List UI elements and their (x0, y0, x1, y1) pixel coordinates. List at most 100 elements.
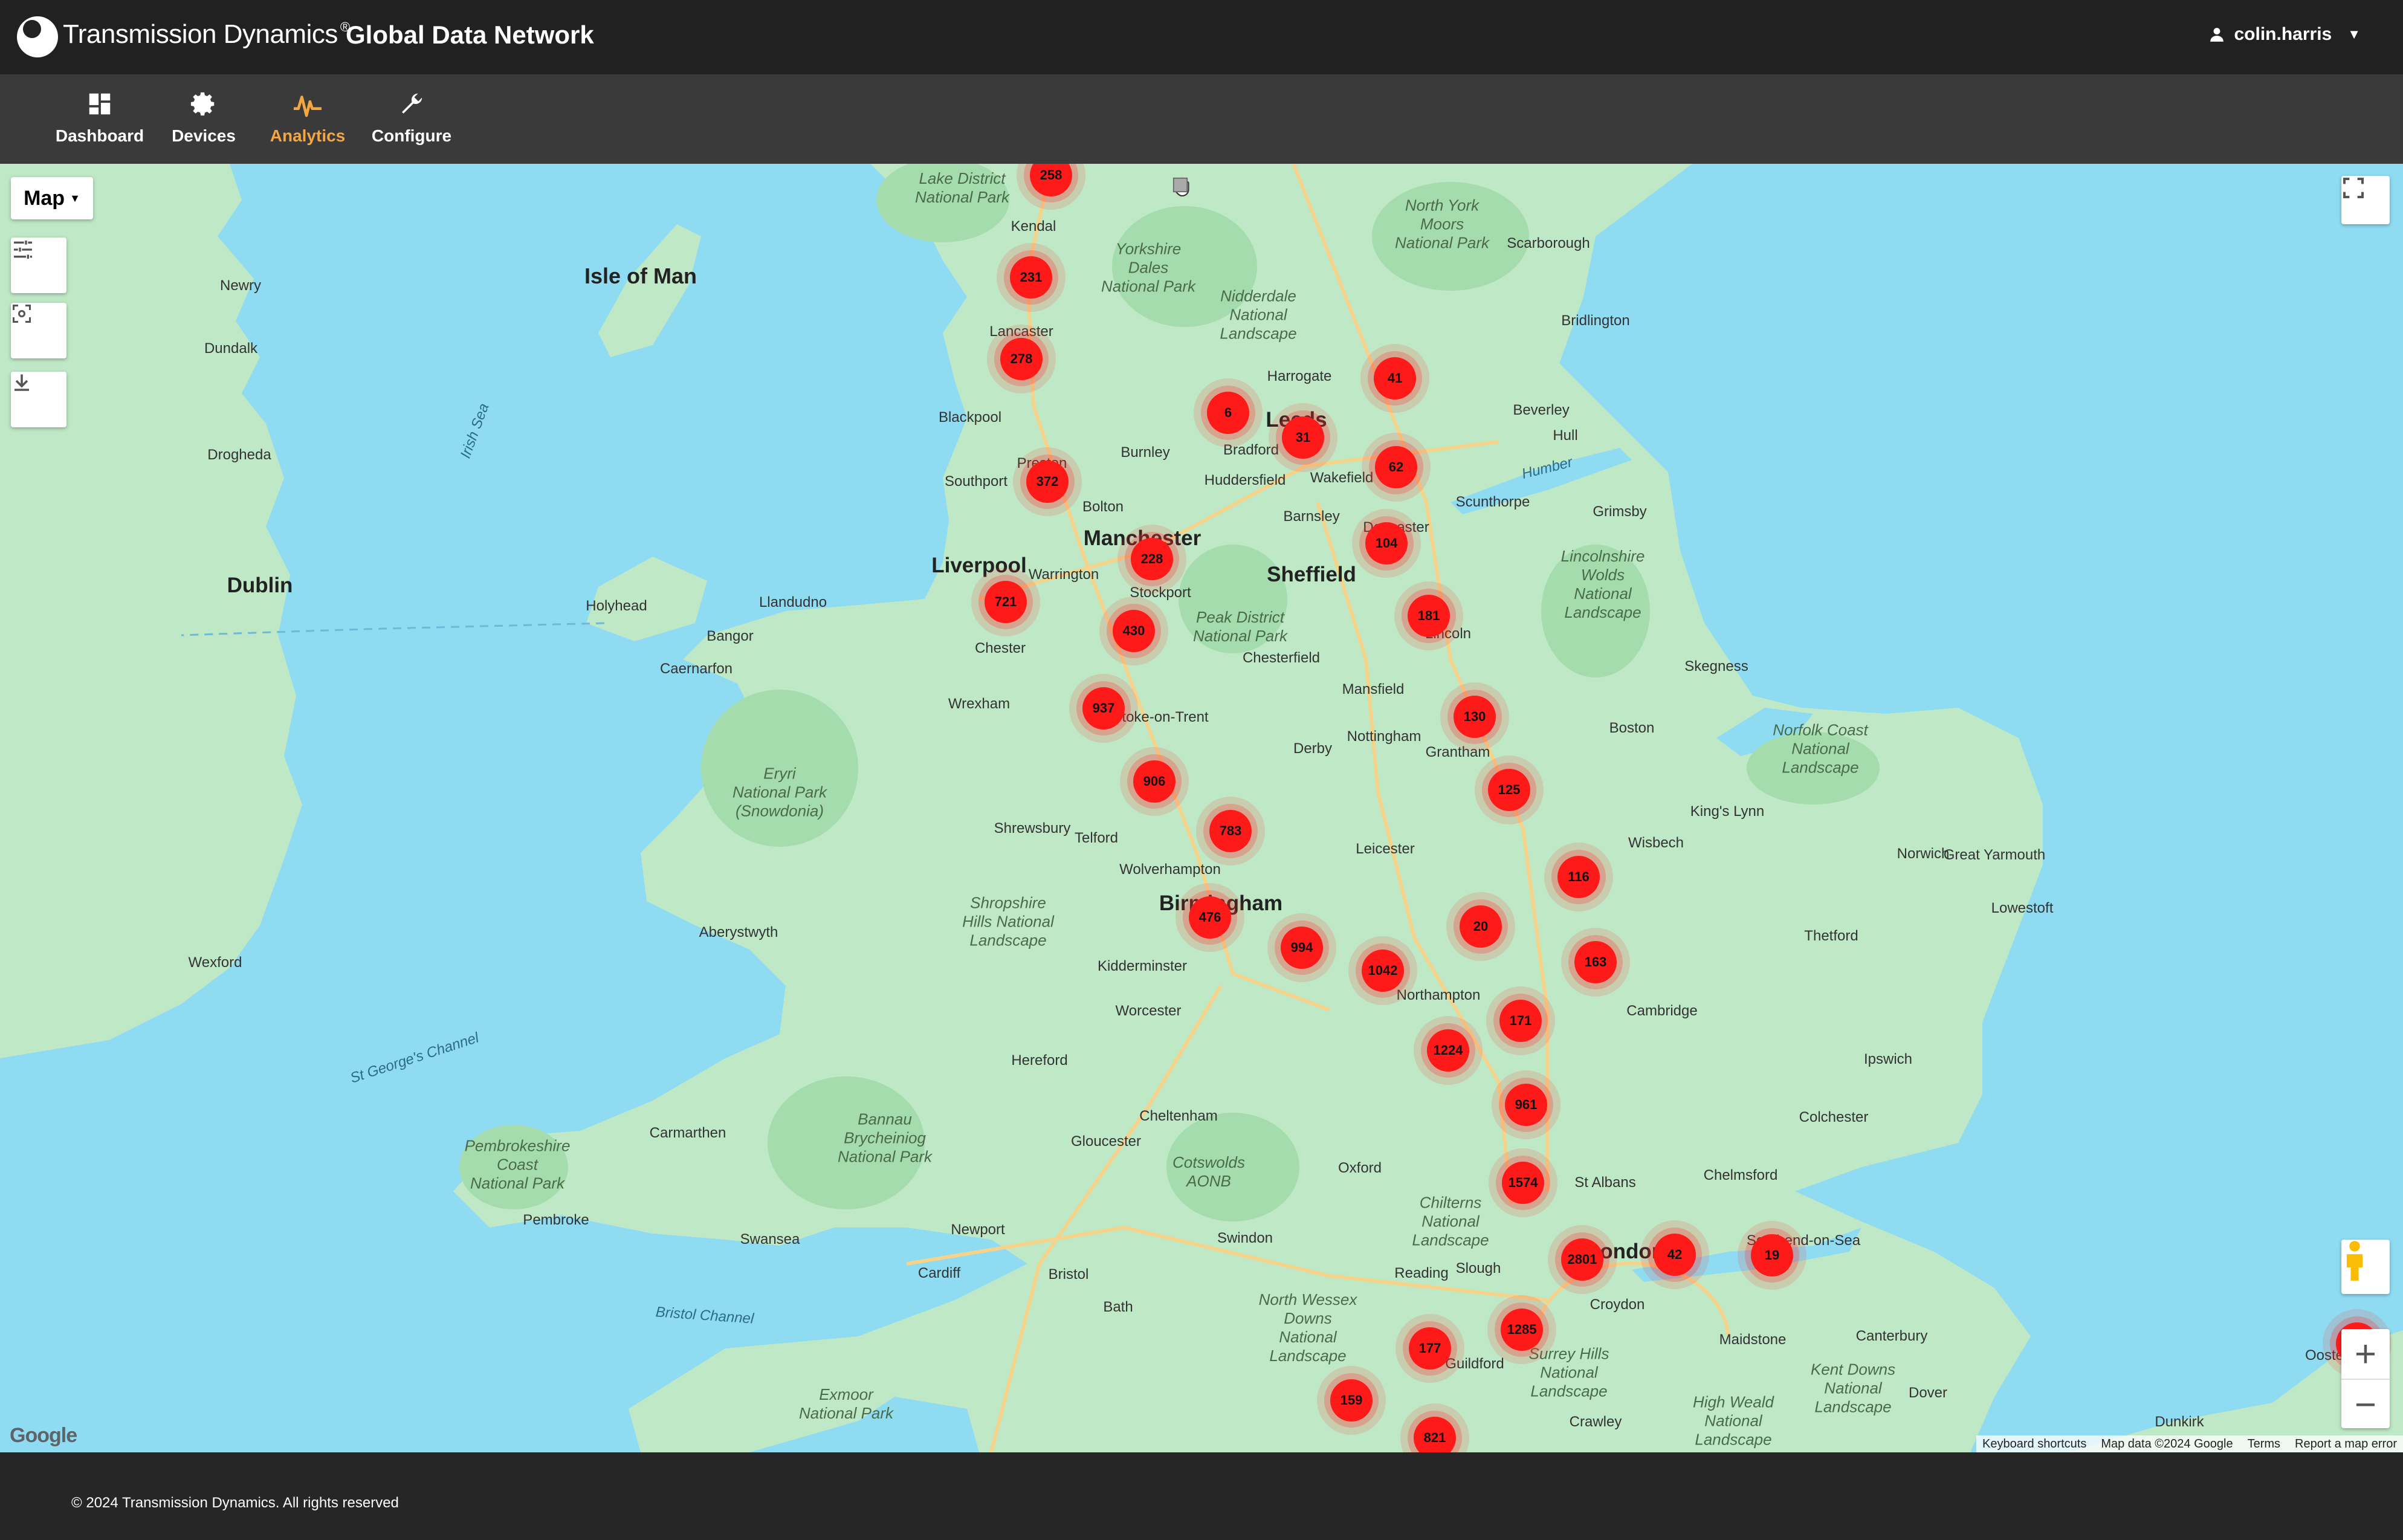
download-button[interactable] (11, 372, 66, 427)
nav-label: Configure (371, 126, 452, 145)
label-swansea: Swansea (740, 1231, 800, 1247)
filter-button[interactable] (11, 238, 66, 293)
cluster-marker[interactable]: 181 (1408, 595, 1450, 637)
cluster-marker[interactable]: 430 (1113, 610, 1155, 652)
report-error-link[interactable]: Report a map error (2295, 1437, 2397, 1451)
cluster-marker[interactable]: 116 (1557, 856, 1600, 898)
cluster-marker[interactable]: 130 (1454, 696, 1496, 738)
cluster-marker[interactable]: 721 (985, 581, 1027, 623)
brand-name: Transmission Dynamics ® (63, 19, 350, 49)
label-kendal: Kendal (1011, 218, 1056, 235)
cluster-marker[interactable]: 41 (1374, 357, 1416, 400)
label-dover: Dover (1908, 1385, 1948, 1401)
terms-link[interactable]: Terms (2248, 1437, 2280, 1451)
map-canvas[interactable]: Isle of Man Dublin Liverpool Manchester … (0, 164, 2403, 1452)
label-sheffield: Sheffield (1267, 563, 1356, 586)
tune-icon (14, 241, 32, 259)
cluster-marker[interactable]: 125 (1488, 769, 1530, 811)
cluster-marker[interactable]: 104 (1365, 522, 1408, 565)
cluster-marker[interactable]: 20 (1460, 905, 1502, 948)
cluster-marker[interactable]: 783 (1209, 810, 1252, 852)
nav-devices[interactable]: Devices (152, 90, 255, 146)
isle-of-man-land (598, 224, 701, 357)
google-logo: Google (10, 1424, 77, 1447)
wrench-icon (360, 90, 463, 126)
cluster-marker[interactable]: 1042 (1362, 950, 1404, 992)
zoom-out-button[interactable]: − (2341, 1379, 2390, 1429)
rectangle-select-icon[interactable] (1172, 176, 1231, 200)
label-mansfield: Mansfield (1342, 681, 1405, 697)
cluster-marker[interactable]: 1285 (1501, 1309, 1543, 1351)
cluster-marker[interactable]: 42 (1654, 1234, 1696, 1276)
label-bangor: Bangor (707, 628, 754, 644)
cluster-marker[interactable]: 2801 (1561, 1238, 1603, 1281)
label-surrey-hills: Surrey Hills National Landscape (1528, 1344, 1609, 1400)
map-type-button[interactable]: Map ▼ (11, 177, 93, 219)
cluster-marker[interactable]: 961 (1505, 1084, 1547, 1126)
cluster-marker[interactable]: 994 (1281, 927, 1323, 969)
keyboard-shortcuts-link[interactable]: Keyboard shortcuts (1982, 1437, 2086, 1451)
cluster-marker[interactable]: 171 (1499, 1000, 1542, 1042)
label-hereford: Hereford (1011, 1052, 1068, 1069)
label-chelmsford: Chelmsford (1703, 1167, 1778, 1183)
username: colin.harris (2234, 24, 2332, 44)
label-bath: Bath (1103, 1299, 1133, 1315)
label-pembroke: Pembroke (523, 1212, 589, 1228)
nav-dashboard[interactable]: Dashboard (48, 90, 151, 146)
cluster-marker[interactable]: 476 (1189, 896, 1231, 939)
label-exmoor: Exmoor National Park (798, 1385, 894, 1422)
zoom-control: + − (2341, 1329, 2390, 1428)
cluster-marker[interactable]: 31 (1282, 416, 1324, 459)
label-leicester: Leicester (1356, 841, 1415, 857)
focus-button[interactable] (11, 303, 66, 358)
label-nidderdale: Nidderdale National Landscape (1220, 286, 1297, 343)
label-bolton: Bolton (1082, 499, 1124, 515)
label-aberystwyth: Aberystwyth (699, 924, 778, 940)
label-lake-district: Lake District National Park (914, 169, 1010, 206)
nav-label: Analytics (270, 126, 346, 145)
label-hull: Hull (1553, 427, 1578, 444)
cluster-marker[interactable]: 906 (1133, 760, 1176, 803)
label-lincolnshire-wolds: Lincolnshire Wolds National Landscape (1560, 547, 1645, 621)
label-grantham: Grantham (1425, 744, 1490, 760)
label-yorkshire-dales: Yorkshire Dales National Park (1101, 239, 1196, 296)
zoom-in-button[interactable]: + (2341, 1329, 2390, 1379)
label-stockport: Stockport (1130, 584, 1191, 601)
label-nottingham: Nottingham (1347, 728, 1421, 745)
label-gloucester: Gloucester (1070, 1133, 1142, 1150)
center-focus-icon (13, 305, 31, 323)
label-holyhead: Holyhead (586, 598, 647, 614)
cluster-marker[interactable]: 163 (1574, 941, 1617, 983)
cluster-marker[interactable]: 228 (1131, 538, 1173, 580)
pulse-icon (256, 90, 359, 126)
label-worcester: Worcester (1115, 1003, 1182, 1019)
cluster-marker[interactable]: 159 (1330, 1379, 1373, 1422)
cluster-marker[interactable]: 1224 (1427, 1029, 1469, 1072)
cluster-marker[interactable]: 937 (1082, 687, 1125, 730)
label-reading: Reading (1394, 1265, 1449, 1281)
street-view-button[interactable] (2341, 1240, 2390, 1294)
fullscreen-button[interactable] (2341, 176, 2390, 224)
nav-analytics[interactable]: Analytics (256, 90, 359, 146)
label-bridlington: Bridlington (1561, 312, 1630, 329)
label-chilterns: Chilterns National Landscape (1412, 1193, 1489, 1249)
nav-configure[interactable]: Configure (360, 90, 463, 146)
cluster-marker[interactable]: 177 (1409, 1327, 1451, 1370)
label-beverley: Beverley (1513, 402, 1570, 418)
drawing-tools (1171, 176, 1231, 200)
label-norfolk-coast: Norfolk Coast National Landscape (1773, 720, 1868, 777)
cluster-marker[interactable]: 231 (1010, 256, 1052, 299)
cluster-marker[interactable]: 372 (1026, 461, 1069, 503)
label-wakefield: Wakefield (1310, 470, 1374, 486)
label-cotswolds: Cotswolds AONB (1172, 1153, 1245, 1190)
cluster-marker[interactable]: 62 (1375, 446, 1417, 488)
label-bradford: Bradford (1223, 442, 1279, 458)
label-kent-downs: Kent Downs National Landscape (1810, 1360, 1896, 1416)
cluster-marker[interactable]: 278 (1000, 338, 1043, 380)
chevron-down-icon: ▼ (2347, 27, 2361, 42)
cluster-marker[interactable]: 1574 (1502, 1162, 1544, 1204)
user-menu[interactable]: colin.harris ▼ (2209, 24, 2361, 45)
cluster-marker[interactable]: 19 (1751, 1234, 1793, 1276)
cluster-marker[interactable]: 6 (1207, 392, 1249, 434)
label-thetford: Thetford (1804, 928, 1858, 944)
